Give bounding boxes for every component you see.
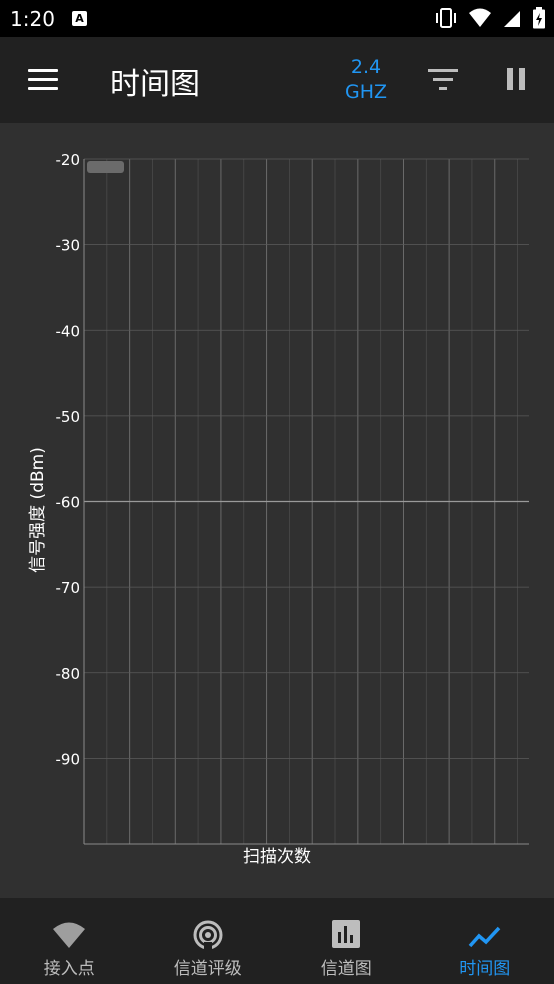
battery-charging-icon xyxy=(533,7,545,29)
status-bar: 1:20 A xyxy=(0,0,554,37)
page-title: 时间图 xyxy=(110,67,200,102)
y-tick-label: -60 xyxy=(56,494,81,512)
pause-icon[interactable] xyxy=(505,68,527,92)
nav-item-time-graph[interactable]: 时间图 xyxy=(416,898,554,984)
wifi-icon xyxy=(469,8,491,27)
radar-icon xyxy=(193,920,223,950)
y-tick-label: -50 xyxy=(56,408,81,426)
band-value: 2.4 xyxy=(350,56,382,78)
nav-label: 时间图 xyxy=(459,959,511,979)
filter-icon[interactable] xyxy=(428,69,458,91)
y-axis-label: 信号强度 (dBm) xyxy=(28,447,48,573)
nav-item-channel-graph[interactable]: 信道图 xyxy=(277,898,416,984)
bottom-navigation: 接入点 信道评级 信道图 时间图 xyxy=(0,898,554,984)
menu-icon[interactable] xyxy=(28,69,58,91)
app-bar: 时间图 2.4 GHZ xyxy=(0,37,554,123)
signal-icon xyxy=(504,11,520,27)
nav-label: 接入点 xyxy=(43,959,95,979)
y-tick-label: -80 xyxy=(56,665,81,683)
band-unit: GHZ xyxy=(344,81,388,103)
nav-item-channel-rating[interactable]: 信道评级 xyxy=(139,898,278,984)
status-time: 1:20 xyxy=(10,7,55,31)
band-selector[interactable]: 2.4 GHZ xyxy=(336,55,396,105)
nav-item-access-points[interactable]: 接入点 xyxy=(0,898,139,984)
chart-grid xyxy=(83,158,529,845)
time-graph-chart: -20 -30 -40 -50 -60 -70 -80 -90 扫描次数 信号强度 (dBm) xyxy=(0,123,554,898)
x-axis-label: 扫描次数 xyxy=(243,847,311,867)
bar-chart-icon xyxy=(332,920,361,948)
wifi-icon xyxy=(53,922,86,948)
y-tick-label: -40 xyxy=(56,322,81,340)
nav-label: 信道评级 xyxy=(173,959,242,979)
y-axis-ticks: -20 -30 -40 -50 -60 -70 -80 -90 xyxy=(56,151,81,768)
status-icons xyxy=(434,7,546,29)
y-tick-label: -70 xyxy=(56,579,81,597)
a-letter-icon: A xyxy=(72,11,87,26)
line-chart-icon xyxy=(468,926,501,948)
chart-svg: -20 -30 -40 -50 -60 -70 -80 -90 扫描次数 信号强度 (dBm) xyxy=(28,151,529,867)
nav-label: 信道图 xyxy=(320,959,372,979)
vibrate-icon xyxy=(436,8,456,28)
y-tick-label: -30 xyxy=(56,237,81,255)
y-tick-label: -90 xyxy=(56,750,81,768)
legend-swatch xyxy=(87,161,124,173)
y-tick-label: -20 xyxy=(56,151,81,169)
